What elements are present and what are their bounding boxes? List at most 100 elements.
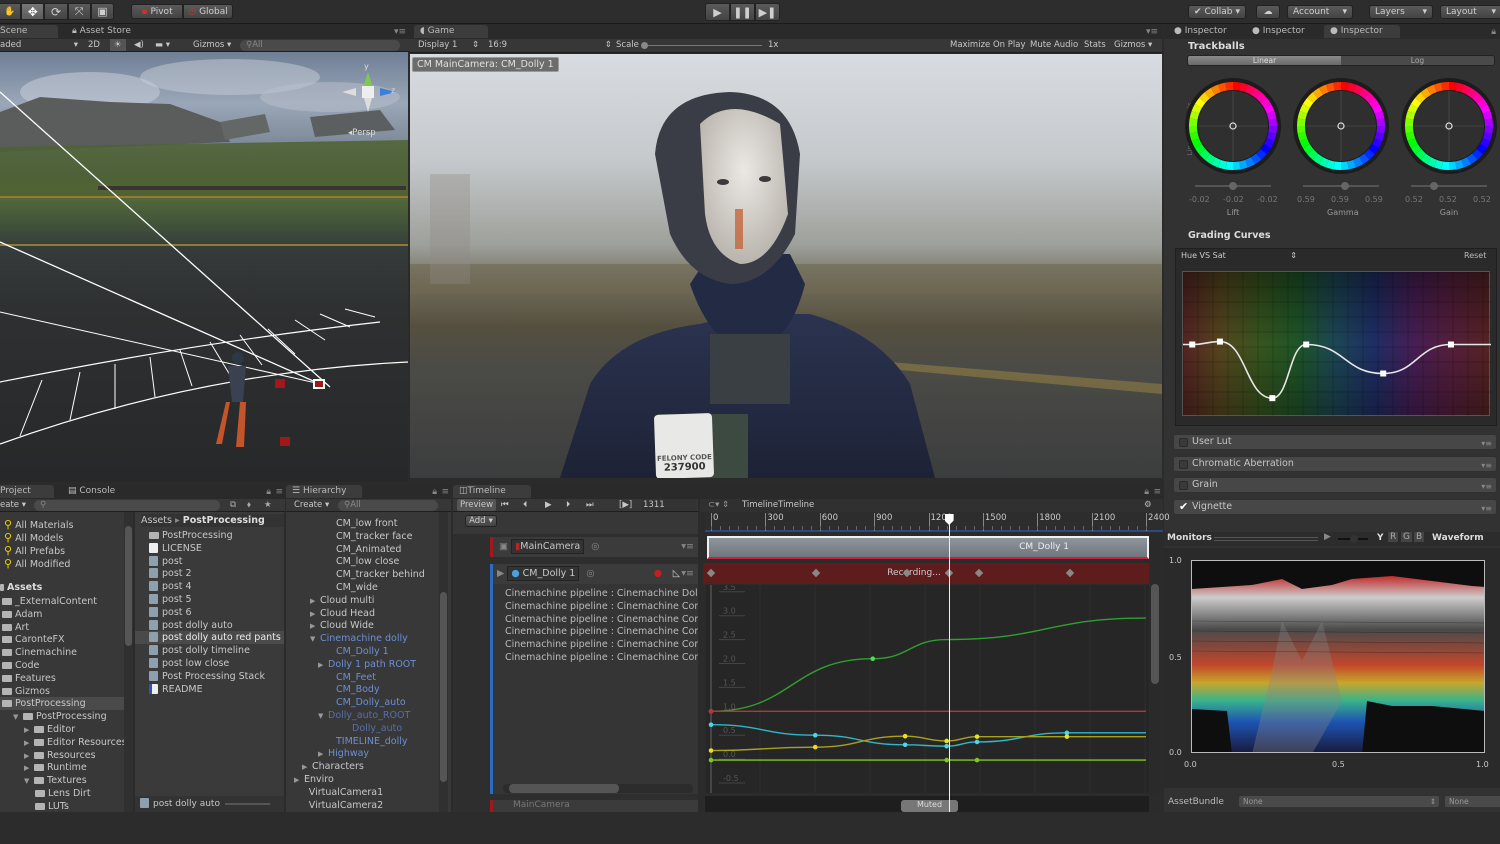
hierarchy-create-dropdown[interactable]: Create ▾ bbox=[294, 499, 329, 511]
collab-dropdown[interactable]: ✔ Collab ▾ bbox=[1188, 5, 1246, 19]
global-toggle[interactable]: ◷ Global bbox=[183, 4, 233, 19]
go-to-end-button[interactable]: ⏭ bbox=[586, 499, 594, 511]
folder-item[interactable]: ▶ Resources bbox=[0, 749, 133, 762]
go-to-start-button[interactable]: ⏮ bbox=[501, 499, 509, 511]
scene-viewport[interactable]: y z ◂Persp bbox=[0, 52, 408, 482]
favorite-icon[interactable]: ★ bbox=[264, 499, 272, 511]
create-dropdown[interactable]: eate ▾ bbox=[0, 499, 26, 511]
effect-menu-icon[interactable]: ▾≡ bbox=[1481, 480, 1492, 494]
trackball-lift[interactable] bbox=[1183, 76, 1283, 176]
folder-item[interactable]: Art bbox=[0, 621, 133, 634]
effect-vignette[interactable]: ✔ Vignette ▾≡ bbox=[1173, 499, 1497, 515]
hierarchy-item[interactable]: VirtualCamera1 bbox=[286, 786, 451, 799]
track-menu-icon[interactable]: ▾≡ bbox=[681, 564, 694, 584]
hierarchy-item[interactable]: CM_low front bbox=[286, 517, 451, 530]
next-frame-button[interactable]: ⏵ bbox=[566, 499, 570, 511]
layers-dropdown[interactable]: Layers ▾ bbox=[1369, 5, 1433, 19]
linear-mode-button[interactable]: Linear bbox=[1188, 56, 1341, 65]
aspect-dropdown[interactable]: 16:9 ⇕ bbox=[488, 39, 612, 52]
playhead[interactable] bbox=[944, 514, 954, 812]
step-button[interactable]: ▶❚ bbox=[755, 3, 780, 21]
shading-mode-dropdown[interactable]: aded ▾ bbox=[0, 39, 78, 51]
file-item[interactable]: README bbox=[135, 683, 284, 696]
effect-enable-checkbox[interactable]: ✔ bbox=[1179, 501, 1188, 512]
file-item[interactable]: post dolly timeline bbox=[135, 644, 284, 657]
audio-toggle[interactable]: ◀) bbox=[134, 39, 144, 51]
folder-item[interactable]: CaronteFX bbox=[0, 633, 133, 646]
account-dropdown[interactable]: Account ▾ bbox=[1287, 5, 1353, 19]
panel-menu-icon[interactable]: ≡ bbox=[1153, 487, 1161, 497]
project-tree-scrollbar[interactable] bbox=[124, 512, 133, 812]
curve-editor-vscrollbar[interactable] bbox=[1150, 534, 1160, 794]
curves-icon[interactable]: ◺ bbox=[673, 564, 680, 584]
layout-dropdown[interactable]: Layout ▾ bbox=[1440, 5, 1500, 19]
hierarchy-item[interactable]: CM_wide bbox=[286, 581, 451, 594]
file-item[interactable]: post dolly auto red pants bbox=[135, 631, 284, 645]
icon-size-slider[interactable] bbox=[225, 803, 270, 805]
file-item[interactable]: post low close bbox=[135, 657, 284, 670]
hierarchy-item[interactable]: ▶ Cloud multi bbox=[286, 594, 451, 607]
hierarchy-item[interactable]: ▼ Dolly_auto_ROOT bbox=[286, 709, 451, 722]
channel-g-toggle[interactable]: G bbox=[1401, 532, 1412, 542]
project-search-input[interactable]: ⚲ bbox=[34, 500, 220, 511]
curve-point[interactable] bbox=[1447, 341, 1454, 348]
track-menu-icon[interactable]: ▾≡ bbox=[681, 537, 694, 557]
hierarchy-item[interactable]: ▶ Cloud Head bbox=[286, 607, 451, 620]
panel-menu-icon[interactable]: ▾≡ bbox=[1146, 27, 1158, 37]
channel-b-toggle[interactable]: B bbox=[1414, 532, 1425, 542]
lock-icon[interactable]: 🔒︎ bbox=[432, 487, 437, 497]
maximize-on-play-toggle[interactable]: Maximize On Play bbox=[950, 39, 1025, 52]
trackball-gain[interactable] bbox=[1399, 76, 1499, 176]
property-item[interactable]: Cinemachine pipeline : Cinemachine Dolly bbox=[493, 587, 698, 600]
assetbundle-dropdown[interactable]: None ⇕ bbox=[1239, 796, 1439, 807]
track-header-cm-dolly[interactable]: ▶ ● CM_Dolly 1 ◎ ● ◺ ▾≡ bbox=[490, 564, 698, 584]
panel-menu-icon[interactable]: ≡ bbox=[275, 487, 283, 497]
gizmos-dropdown[interactable]: Gizmos ▾ bbox=[193, 39, 231, 51]
display-dropdown[interactable]: Display 1 ⇕ bbox=[418, 39, 479, 52]
hierarchy-item[interactable]: ▼ Cinemachine dolly bbox=[286, 632, 451, 645]
hierarchy-item[interactable]: TIMELINE_dolly bbox=[286, 735, 451, 748]
trackball-mode-toggle[interactable]: Linear Log bbox=[1187, 55, 1495, 66]
play-range-button[interactable]: [▶] bbox=[619, 499, 632, 511]
folder-item[interactable]: Features bbox=[0, 672, 133, 685]
property-item[interactable]: Cinemachine pipeline : Cinemachine Com bbox=[493, 600, 698, 613]
filter-type-icon[interactable]: ⧉ bbox=[230, 499, 236, 511]
recording-clip[interactable]: Recording... bbox=[703, 563, 1149, 584]
trackball-gain-slider[interactable] bbox=[1411, 182, 1487, 190]
channel-y-toggle[interactable]: Y bbox=[1377, 533, 1384, 543]
hierarchy-item[interactable]: ▶ Cloud Wide bbox=[286, 619, 451, 632]
breadcrumb-assets[interactable]: Assets bbox=[141, 515, 172, 526]
hierarchy-item[interactable]: ▶ Highway bbox=[286, 747, 451, 760]
play-button[interactable]: ▶ bbox=[705, 3, 730, 21]
tab-timeline[interactable]: ◫Timeline bbox=[453, 485, 531, 498]
breadcrumb-postprocessing[interactable]: PostProcessing bbox=[183, 515, 265, 526]
property-item[interactable]: Cinemachine pipeline : Cinemachine Com bbox=[493, 638, 698, 651]
curve-point[interactable] bbox=[1380, 370, 1387, 377]
move-tool-button[interactable]: ✥ bbox=[21, 3, 45, 20]
hierarchy-item[interactable]: ▶ Enviro bbox=[286, 773, 451, 786]
rect-tool-button[interactable]: ▣ bbox=[90, 3, 115, 20]
file-item[interactable]: Post Processing Stack bbox=[135, 670, 284, 683]
hand-tool-button[interactable]: ✋ bbox=[0, 3, 22, 20]
curve-point[interactable] bbox=[1189, 341, 1196, 348]
effect-menu-icon[interactable]: ▾≡ bbox=[1481, 459, 1492, 473]
rotate-tool-button[interactable]: ⟳ bbox=[44, 3, 68, 20]
curve-point[interactable] bbox=[1269, 395, 1276, 402]
gizmos-dropdown[interactable]: Gizmos ▾ bbox=[1114, 39, 1152, 52]
effect-user-lut[interactable]: User Lut ▾≡ bbox=[1173, 434, 1497, 450]
file-item[interactable]: post 5 bbox=[135, 593, 284, 606]
hierarchy-item[interactable]: ▶ Characters bbox=[286, 760, 451, 773]
favorite-item[interactable]: ⚲ All Materials bbox=[4, 518, 133, 531]
lock-icon[interactable]: 🔒︎ bbox=[266, 487, 271, 497]
hierarchy-item[interactable]: ▶ Dolly 1 path ROOT bbox=[286, 658, 451, 671]
tab-inspector-3[interactable]: ● Inspector bbox=[1324, 25, 1400, 38]
folder-item[interactable]: ▶ Runtime bbox=[0, 761, 133, 774]
folder-item[interactable]: ▶ Editor Resources bbox=[0, 736, 133, 749]
channel-r-toggle[interactable]: R bbox=[1388, 532, 1399, 542]
hierarchy-item[interactable]: CM_Dolly_auto bbox=[286, 696, 451, 709]
curve-reset-button[interactable]: Reset bbox=[1464, 251, 1486, 260]
hierarchy-item[interactable]: CM_tracker behind bbox=[286, 568, 451, 581]
scale-slider[interactable] bbox=[641, 42, 762, 49]
monitor-mode-label[interactable]: Waveform bbox=[1432, 533, 1484, 543]
file-item[interactable]: LICENSE bbox=[135, 542, 284, 555]
